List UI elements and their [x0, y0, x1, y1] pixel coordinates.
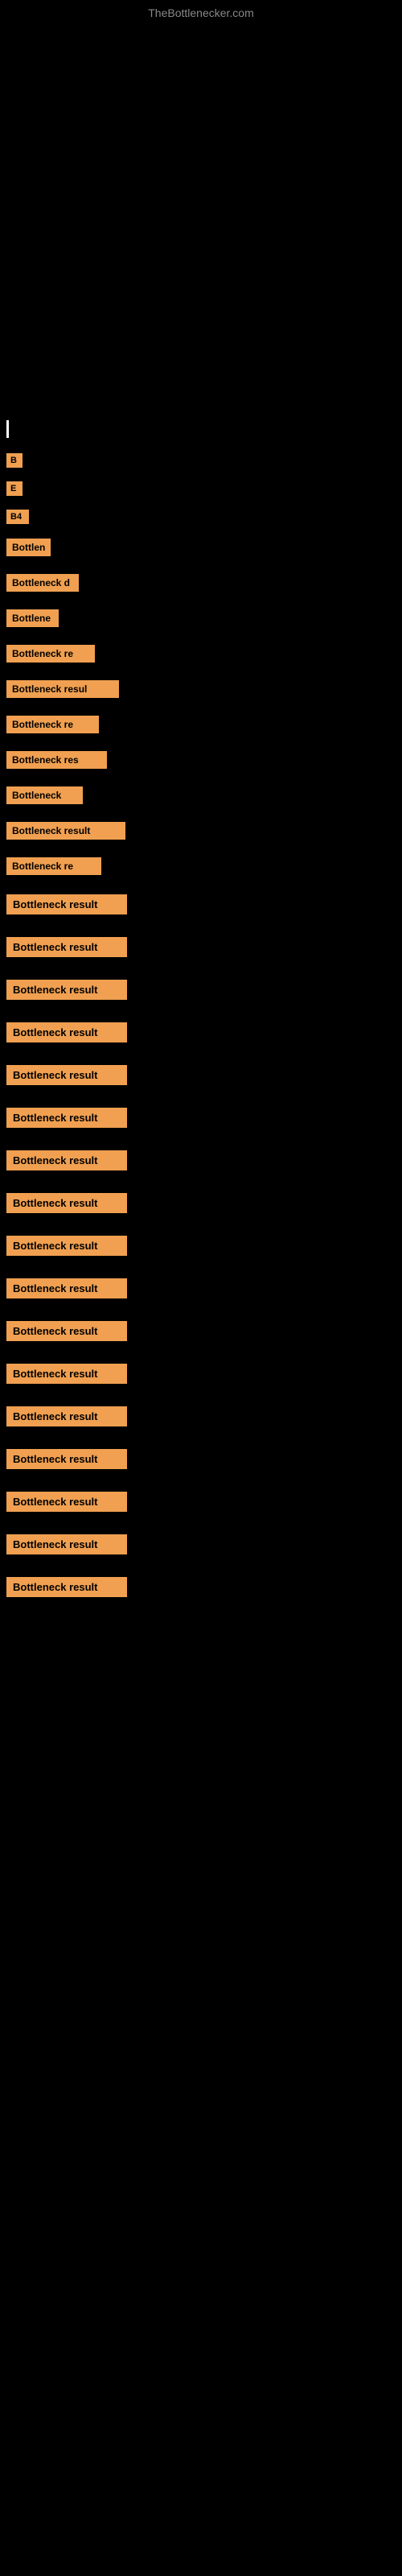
result-label: Bottleneck result — [6, 1492, 127, 1512]
result-item-10: Bottleneck res — [0, 745, 402, 775]
result-item-29: Bottleneck result — [0, 1526, 402, 1563]
result-item-4: Bottlen — [0, 532, 402, 563]
result-item-3: B4 — [0, 504, 402, 529]
result-label: Bottleneck result — [6, 1065, 127, 1085]
result-label: Bottleneck result — [6, 937, 127, 957]
result-item-1: B — [0, 448, 402, 473]
result-label: Bottleneck result — [6, 1406, 127, 1426]
result-label: Bottleneck result — [6, 1577, 127, 1597]
result-label: Bottleneck result — [6, 980, 127, 1000]
result-item-26: Bottleneck result — [0, 1398, 402, 1435]
result-label: Bottleneck result — [6, 1236, 127, 1256]
result-label: E — [6, 481, 23, 496]
result-item-21: Bottleneck result — [0, 1185, 402, 1221]
result-item-20: Bottleneck result — [0, 1142, 402, 1179]
result-label: Bottleneck result — [6, 1321, 127, 1341]
result-label: Bottleneck re — [6, 716, 99, 733]
result-item-7: Bottleneck re — [0, 638, 402, 669]
result-item-24: Bottleneck result — [0, 1313, 402, 1349]
result-label: Bottleneck result — [6, 1193, 127, 1213]
result-label: Bottleneck result — [6, 1449, 127, 1469]
result-label: Bottlene — [6, 609, 59, 627]
result-item-13: Bottleneck re — [0, 851, 402, 881]
result-item-8: Bottleneck resul — [0, 674, 402, 704]
result-item-6: Bottlene — [0, 603, 402, 634]
result-item-14: Bottleneck result — [0, 886, 402, 923]
result-label: Bottleneck result — [6, 1108, 127, 1128]
result-item-19: Bottleneck result — [0, 1100, 402, 1136]
result-label: Bottleneck result — [6, 1278, 127, 1298]
result-label: Bottleneck result — [6, 1364, 127, 1384]
result-label: B4 — [6, 510, 29, 524]
result-label: B — [6, 453, 23, 468]
cursor-line[interactable] — [0, 411, 402, 448]
chart-area — [0, 24, 402, 411]
result-item-30: Bottleneck result — [0, 1569, 402, 1605]
result-label: Bottleneck re — [6, 857, 101, 875]
result-label: Bottleneck result — [6, 822, 125, 840]
result-item-5: Bottleneck d — [0, 568, 402, 598]
result-item-25: Bottleneck result — [0, 1356, 402, 1392]
result-label: Bottleneck — [6, 786, 83, 804]
result-item-15: Bottleneck result — [0, 929, 402, 965]
result-item-12: Bottleneck result — [0, 815, 402, 846]
result-item-9: Bottleneck re — [0, 709, 402, 740]
cursor-indicator — [6, 420, 9, 438]
result-item-27: Bottleneck result — [0, 1441, 402, 1477]
page-wrapper: TheBottlenecker.com B E B4 Bottlen Bottl… — [0, 0, 402, 1605]
result-item-18: Bottleneck result — [0, 1057, 402, 1093]
result-label: Bottleneck re — [6, 645, 95, 663]
site-title: TheBottlenecker.com — [148, 6, 254, 19]
result-label: Bottlen — [6, 539, 51, 556]
result-item-11: Bottleneck — [0, 780, 402, 811]
result-item-17: Bottleneck result — [0, 1014, 402, 1051]
result-item-28: Bottleneck result — [0, 1484, 402, 1520]
result-label: Bottleneck result — [6, 1150, 127, 1170]
result-label: Bottleneck result — [6, 1534, 127, 1554]
site-header: TheBottlenecker.com — [0, 0, 402, 24]
result-label: Bottleneck d — [6, 574, 79, 592]
result-item-23: Bottleneck result — [0, 1270, 402, 1307]
result-label: Bottleneck result — [6, 1022, 127, 1042]
result-label: Bottleneck resul — [6, 680, 119, 698]
result-item-16: Bottleneck result — [0, 972, 402, 1008]
result-label: Bottleneck result — [6, 894, 127, 914]
result-label: Bottleneck res — [6, 751, 107, 769]
result-item-2: E — [0, 476, 402, 501]
result-item-22: Bottleneck result — [0, 1228, 402, 1264]
